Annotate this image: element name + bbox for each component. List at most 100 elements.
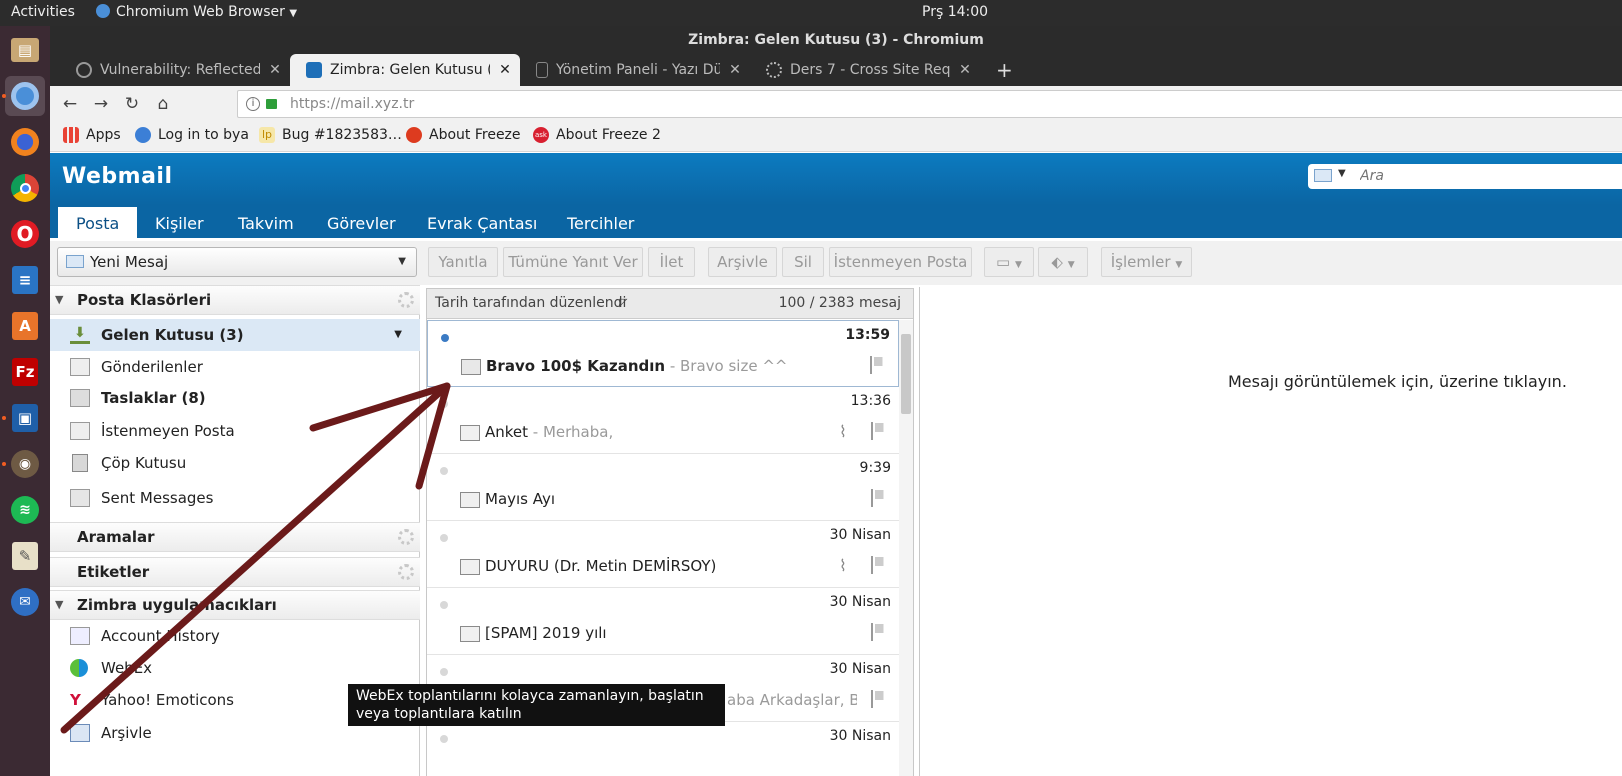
move-menu-button[interactable]: ▭ ▼ (984, 247, 1034, 277)
spotify-icon[interactable]: ≋ (5, 490, 45, 530)
flag-icon[interactable] (871, 556, 887, 574)
scrollbar-thumb[interactable] (901, 334, 911, 414)
delete-button[interactable]: Sil (782, 247, 824, 277)
read-dot-icon[interactable] (440, 534, 448, 542)
folder-drafts[interactable]: Taslaklar (8) (50, 382, 420, 414)
bookmark-about-freeze[interactable]: About Freeze (406, 127, 521, 143)
browser-tab[interactable]: Vulnerability: Reflected C ✕ (60, 54, 290, 86)
folder-inbox[interactable]: ⬇ Gelen Kutusu (3) ▼ (50, 319, 420, 351)
gear-icon[interactable] (398, 564, 414, 580)
gimp-icon[interactable]: ◉ (5, 444, 45, 484)
tab-posta[interactable]: Posta (58, 207, 138, 241)
message-fragment: - Bravo size ^^ (665, 357, 788, 375)
webmail-logo[interactable]: Webmail (62, 164, 173, 189)
flag-icon[interactable] (871, 690, 887, 708)
browser-tab[interactable]: Yönetim Paneli - Yazı Düze ✕ (520, 54, 750, 86)
flag-icon[interactable] (871, 422, 887, 440)
message-row[interactable]: 9:39 Mayıs Ayı (427, 454, 899, 521)
browser-tab-active[interactable]: Zimbra: Gelen Kutusu (3) ✕ (290, 54, 520, 86)
home-icon[interactable]: ⌂ (152, 93, 174, 115)
flag-icon[interactable] (871, 489, 887, 507)
files-icon[interactable]: ▤ (5, 30, 45, 70)
clock[interactable]: Prş 14:00 (922, 4, 988, 20)
tab-evrak-cantasi[interactable]: Evrak Çantası (409, 207, 555, 241)
folder-sent-messages[interactable]: Sent Messages (50, 482, 420, 514)
bookmark-about-freeze-2[interactable]: ask About Freeze 2 (533, 127, 661, 143)
zimlet-account-history[interactable]: Account History (50, 620, 420, 652)
chrome-icon[interactable] (5, 168, 45, 208)
tab-kisiler[interactable]: Kişiler (137, 207, 222, 241)
firefox-icon[interactable] (5, 122, 45, 162)
tag-menu-button[interactable]: ⬖ ▼ (1038, 247, 1088, 277)
mail-search-icon[interactable] (1314, 169, 1332, 182)
sort-arrow-icon[interactable]: ◸ (619, 289, 627, 317)
reply-all-button[interactable]: Tümüne Yanıt Ver (503, 247, 643, 277)
reload-icon[interactable]: ↻ (121, 93, 143, 115)
message-row[interactable]: 30 Nisan [SPAM] 2019 yılı (427, 588, 899, 655)
chevron-down-icon: ▼ (1175, 260, 1183, 270)
app-menu[interactable]: Chromium Web Browser ▼ (96, 4, 297, 20)
tab-gorevler[interactable]: Görevler (309, 207, 414, 241)
back-icon[interactable]: ← (59, 93, 81, 115)
software-center-icon[interactable]: A (5, 306, 45, 346)
chromium-icon[interactable] (5, 76, 45, 116)
close-tab-icon[interactable]: ✕ (956, 62, 974, 78)
forward-button[interactable]: İlet (648, 247, 695, 277)
actions-menu-button[interactable]: İşlemler ▼ (1101, 247, 1192, 277)
opera-icon[interactable]: O (5, 214, 45, 254)
gear-icon[interactable] (398, 292, 414, 308)
browser-tab[interactable]: Ders 7 - Cross Site Reques ✕ (750, 54, 980, 86)
collapse-icon[interactable]: ▼ (55, 286, 63, 314)
thunderbird-icon[interactable]: ✉ (5, 582, 45, 622)
info-icon[interactable]: i (246, 97, 260, 111)
section-mail-folders[interactable]: ▼ Posta Klasörleri (50, 285, 420, 315)
close-tab-icon[interactable]: ✕ (496, 62, 514, 78)
message-row[interactable]: 13:36 Anket - Merhaba, ⌇ (427, 387, 899, 454)
reply-button[interactable]: Yanıtla (428, 247, 498, 277)
tab-takvim[interactable]: Takvim (220, 207, 312, 241)
message-row[interactable]: 13:59 Bravo 100$ Kazandın - Bravo size ^… (427, 320, 899, 387)
section-searches[interactable]: Aramalar (50, 522, 420, 552)
address-bar[interactable]: i https://mail.xyz.tr (237, 90, 1622, 118)
chevron-down-icon[interactable]: ▼ (1338, 168, 1346, 179)
message-row[interactable]: 30 Nisan DUYURU (Dr. Metin DEMİRSOY) ⌇ (427, 521, 899, 588)
bookmark-bug[interactable]: lp Bug #1823583… (259, 127, 402, 143)
new-tab-button[interactable]: + (990, 54, 1020, 86)
read-dot-icon[interactable] (440, 668, 448, 676)
close-tab-icon[interactable]: ✕ (726, 62, 744, 78)
filezilla-icon[interactable]: Fz (5, 352, 45, 392)
forward-icon[interactable]: → (90, 93, 112, 115)
activities-button[interactable]: Activities (11, 4, 75, 20)
read-dot-icon[interactable] (440, 400, 448, 408)
virtualbox-icon[interactable]: ▣ (5, 398, 45, 438)
sort-label[interactable]: Tarih tarafından düzenlendi (435, 289, 626, 317)
flag-icon[interactable] (871, 623, 887, 641)
list-scrollbar[interactable] (899, 320, 913, 776)
folder-sent[interactable]: Gönderilenler (50, 351, 420, 383)
message-row[interactable]: 30 Nisan (427, 722, 899, 776)
chevron-down-icon[interactable]: ▼ (398, 248, 406, 276)
unread-dot-icon[interactable] (441, 334, 449, 342)
close-tab-icon[interactable]: ✕ (266, 62, 284, 78)
section-tags[interactable]: Etiketler (50, 557, 420, 587)
zimlet-webex[interactable]: WebEx (50, 652, 420, 684)
chevron-down-icon[interactable]: ▼ (394, 319, 402, 351)
text-editor-icon[interactable]: ✎ (5, 536, 45, 576)
read-dot-icon[interactable] (440, 467, 448, 475)
read-dot-icon[interactable] (440, 735, 448, 743)
section-zimlets[interactable]: ▼ Zimbra uygulamacıkları (50, 590, 420, 620)
tab-tercihler[interactable]: Tercihler (549, 207, 652, 241)
writer-icon[interactable]: ≡ (5, 260, 45, 300)
read-dot-icon[interactable] (440, 601, 448, 609)
bookmark-log-in[interactable]: Log in to bya (135, 127, 249, 143)
spam-button[interactable]: İstenmeyen Posta (829, 247, 972, 277)
gear-icon[interactable] (398, 529, 414, 545)
folder-spam[interactable]: İstenmeyen Posta (50, 415, 420, 447)
collapse-icon[interactable]: ▼ (55, 591, 63, 619)
archive-button[interactable]: Arşivle (708, 247, 777, 277)
bookmark-apps[interactable]: Apps (63, 127, 121, 143)
new-message-button[interactable]: Yeni Mesaj ▼ (57, 247, 417, 277)
folder-trash[interactable]: Çöp Kutusu (50, 447, 420, 479)
flag-icon[interactable] (870, 356, 886, 374)
search-input[interactable] (1360, 166, 1610, 186)
